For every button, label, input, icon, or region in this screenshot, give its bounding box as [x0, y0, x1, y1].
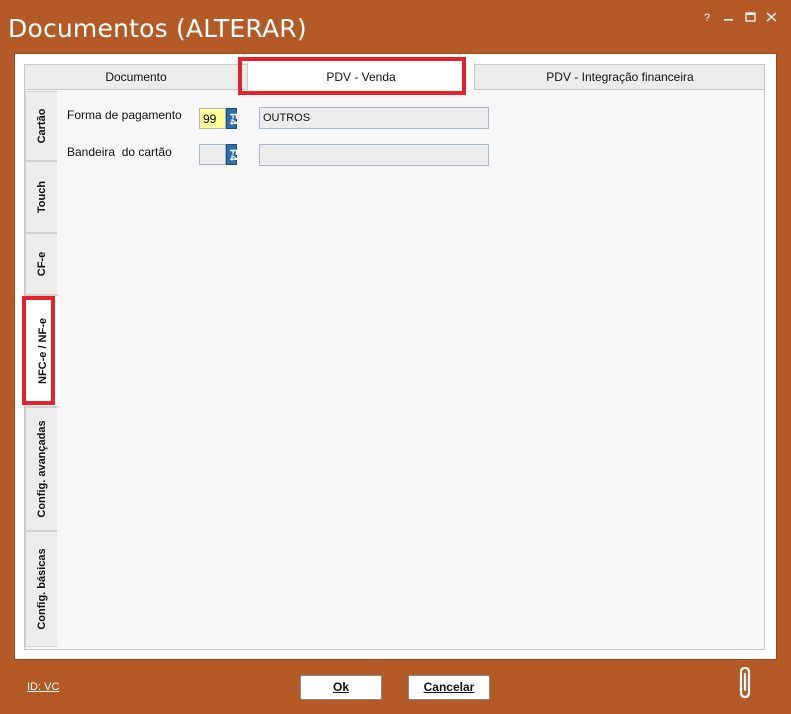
- side-tab-label: Cartão: [35, 108, 48, 144]
- top-tab-bar: Documento PDV - Venda PDV - Integração f…: [24, 63, 765, 91]
- payment-method-lookup-button[interactable]: F4: [226, 108, 238, 129]
- side-tab-bar: Cartão Touch CF-e NFC-e / NF-e Config. a…: [25, 91, 59, 648]
- ok-button-label: Ok: [332, 680, 349, 694]
- close-button[interactable]: [762, 8, 782, 26]
- minimize-button[interactable]: [719, 8, 739, 26]
- ok-button[interactable]: Ok: [300, 675, 382, 700]
- help-button[interactable]: ?: [698, 8, 718, 26]
- minimize-icon: [724, 19, 733, 21]
- paperclip-icon: [739, 666, 751, 699]
- window-title: Documentos (ALTERAR): [8, 14, 307, 43]
- side-tab-config-basicas[interactable]: Config. básicas: [25, 531, 57, 647]
- maximize-button[interactable]: [741, 8, 761, 26]
- attachment-button[interactable]: [735, 666, 757, 700]
- cancel-button-label: Cancelar: [423, 680, 475, 694]
- side-tab-label: CF-e: [35, 251, 48, 277]
- tab-documento[interactable]: Documento: [25, 65, 247, 90]
- side-tab-cartao[interactable]: Cartão: [25, 91, 57, 161]
- side-tab-label: NFC-e / NF-e: [36, 318, 49, 384]
- card-flag-lookup-button[interactable]: F4: [226, 144, 238, 165]
- question-icon: ?: [704, 12, 710, 24]
- tab-pdv-integracao-financeira[interactable]: PDV - Integração financeira: [475, 65, 765, 90]
- card-flag-description-field: [259, 144, 489, 166]
- payment-method-code-input[interactable]: [199, 108, 226, 129]
- side-tab-nfce-nfe[interactable]: NFC-e / NF-e: [25, 295, 59, 407]
- f4-key-label: F4: [226, 112, 238, 125]
- tab-content: [24, 90, 765, 650]
- payment-method-description-field: [259, 107, 489, 129]
- title-bar: Documentos (ALTERAR) ?: [0, 0, 791, 52]
- side-tab-config-avancadas[interactable]: Config. avançadas: [25, 407, 57, 531]
- side-tab-label: Config. avançadas: [35, 420, 48, 518]
- side-tab-cfe[interactable]: CF-e: [25, 233, 57, 295]
- maximize-icon: [745, 12, 756, 22]
- side-tab-label: Config. básicas: [35, 548, 48, 630]
- cancel-button[interactable]: Cancelar: [408, 675, 490, 700]
- f4-key-label: F4: [226, 148, 238, 161]
- main-panel: Documento PDV - Venda PDV - Integração f…: [14, 53, 777, 660]
- payment-method-label: Forma de pagamento: [67, 108, 182, 122]
- side-tab-label: Touch: [35, 180, 48, 214]
- card-flag-code-input[interactable]: [199, 144, 226, 165]
- tab-pdv-venda[interactable]: PDV - Venda: [247, 63, 475, 91]
- id-link[interactable]: ID: VC: [27, 681, 59, 693]
- close-icon: [766, 12, 777, 22]
- side-tab-touch[interactable]: Touch: [25, 161, 57, 233]
- svg-text:?: ?: [704, 12, 710, 24]
- card-flag-label: Bandeira do cartão: [67, 145, 172, 159]
